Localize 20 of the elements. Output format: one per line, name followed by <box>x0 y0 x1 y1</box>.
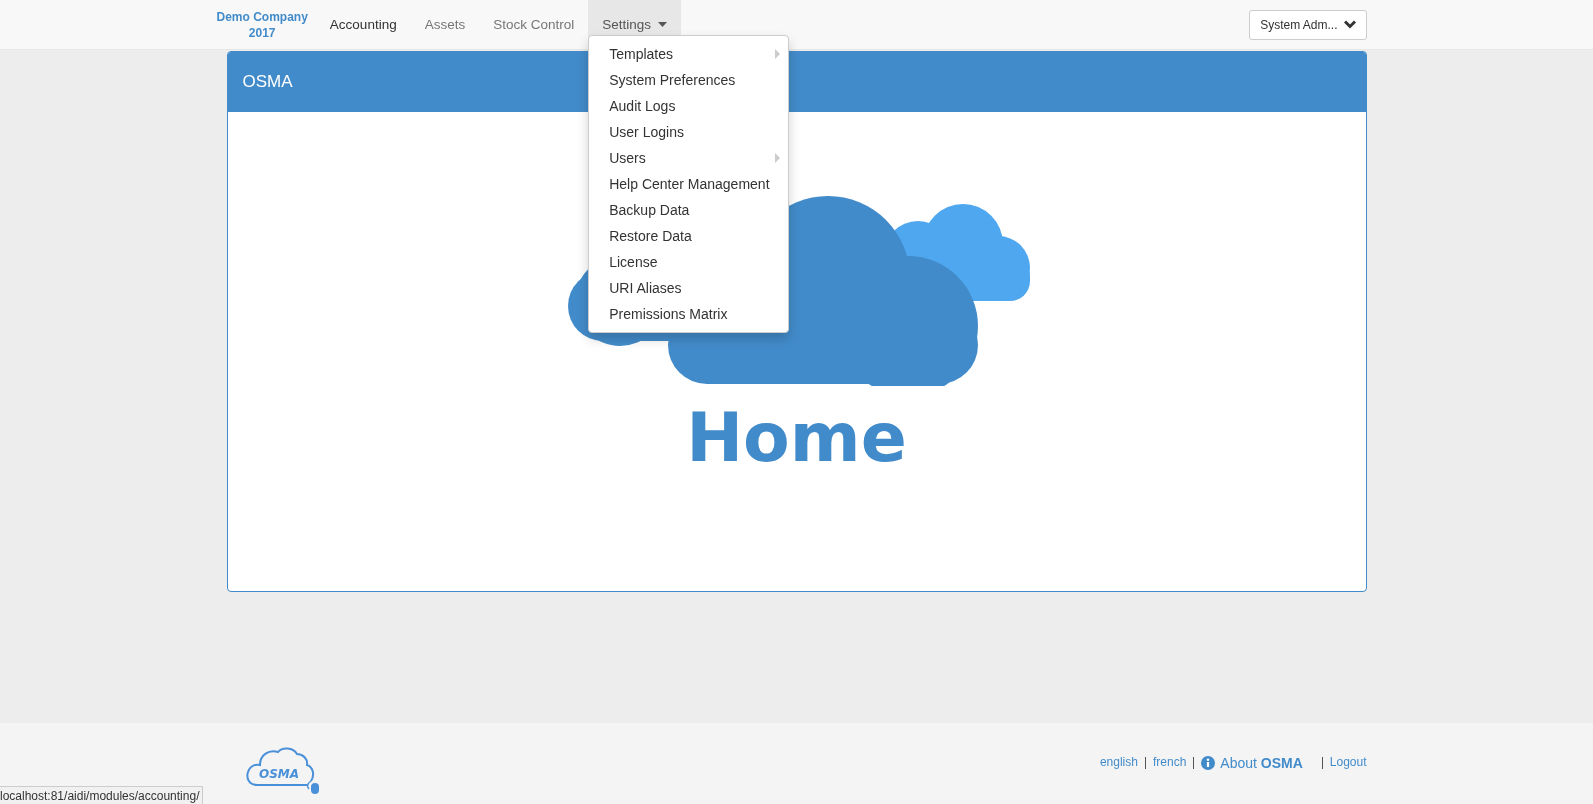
menu-item[interactable]: User Logins <box>589 119 789 145</box>
menu-item[interactable]: Backup Data <box>589 197 789 223</box>
chevron-down-icon <box>1343 20 1356 29</box>
menu-item[interactable]: URI Aliases <box>589 275 789 301</box>
user-menu-button[interactable]: System Adm... <box>1249 9 1367 40</box>
menu-item[interactable]: Users <box>589 145 789 171</box>
home-heading: Home <box>686 404 907 472</box>
panel-title: OSMA <box>242 72 293 92</box>
menu-item[interactable]: System Preferences <box>589 67 789 93</box>
menu-item[interactable]: Audit Logs <box>589 93 789 119</box>
nav-tab[interactable]: Stock Control <box>479 0 589 49</box>
nav-tab[interactable]: Accounting <box>315 0 411 49</box>
status-url: localhost:81/aidi/modules/accounting/ <box>0 786 204 804</box>
menu-item[interactable]: License <box>589 249 789 275</box>
cloud-logo: OSMA <box>244 745 323 795</box>
info-icon <box>1201 756 1216 770</box>
menu-item[interactable]: Restore Data <box>589 223 789 249</box>
menu-item[interactable]: Premissions Matrix <box>589 301 789 327</box>
nav-tab[interactable]: Assets <box>410 0 480 49</box>
menu-item[interactable]: Help Center Management <box>589 171 789 197</box>
